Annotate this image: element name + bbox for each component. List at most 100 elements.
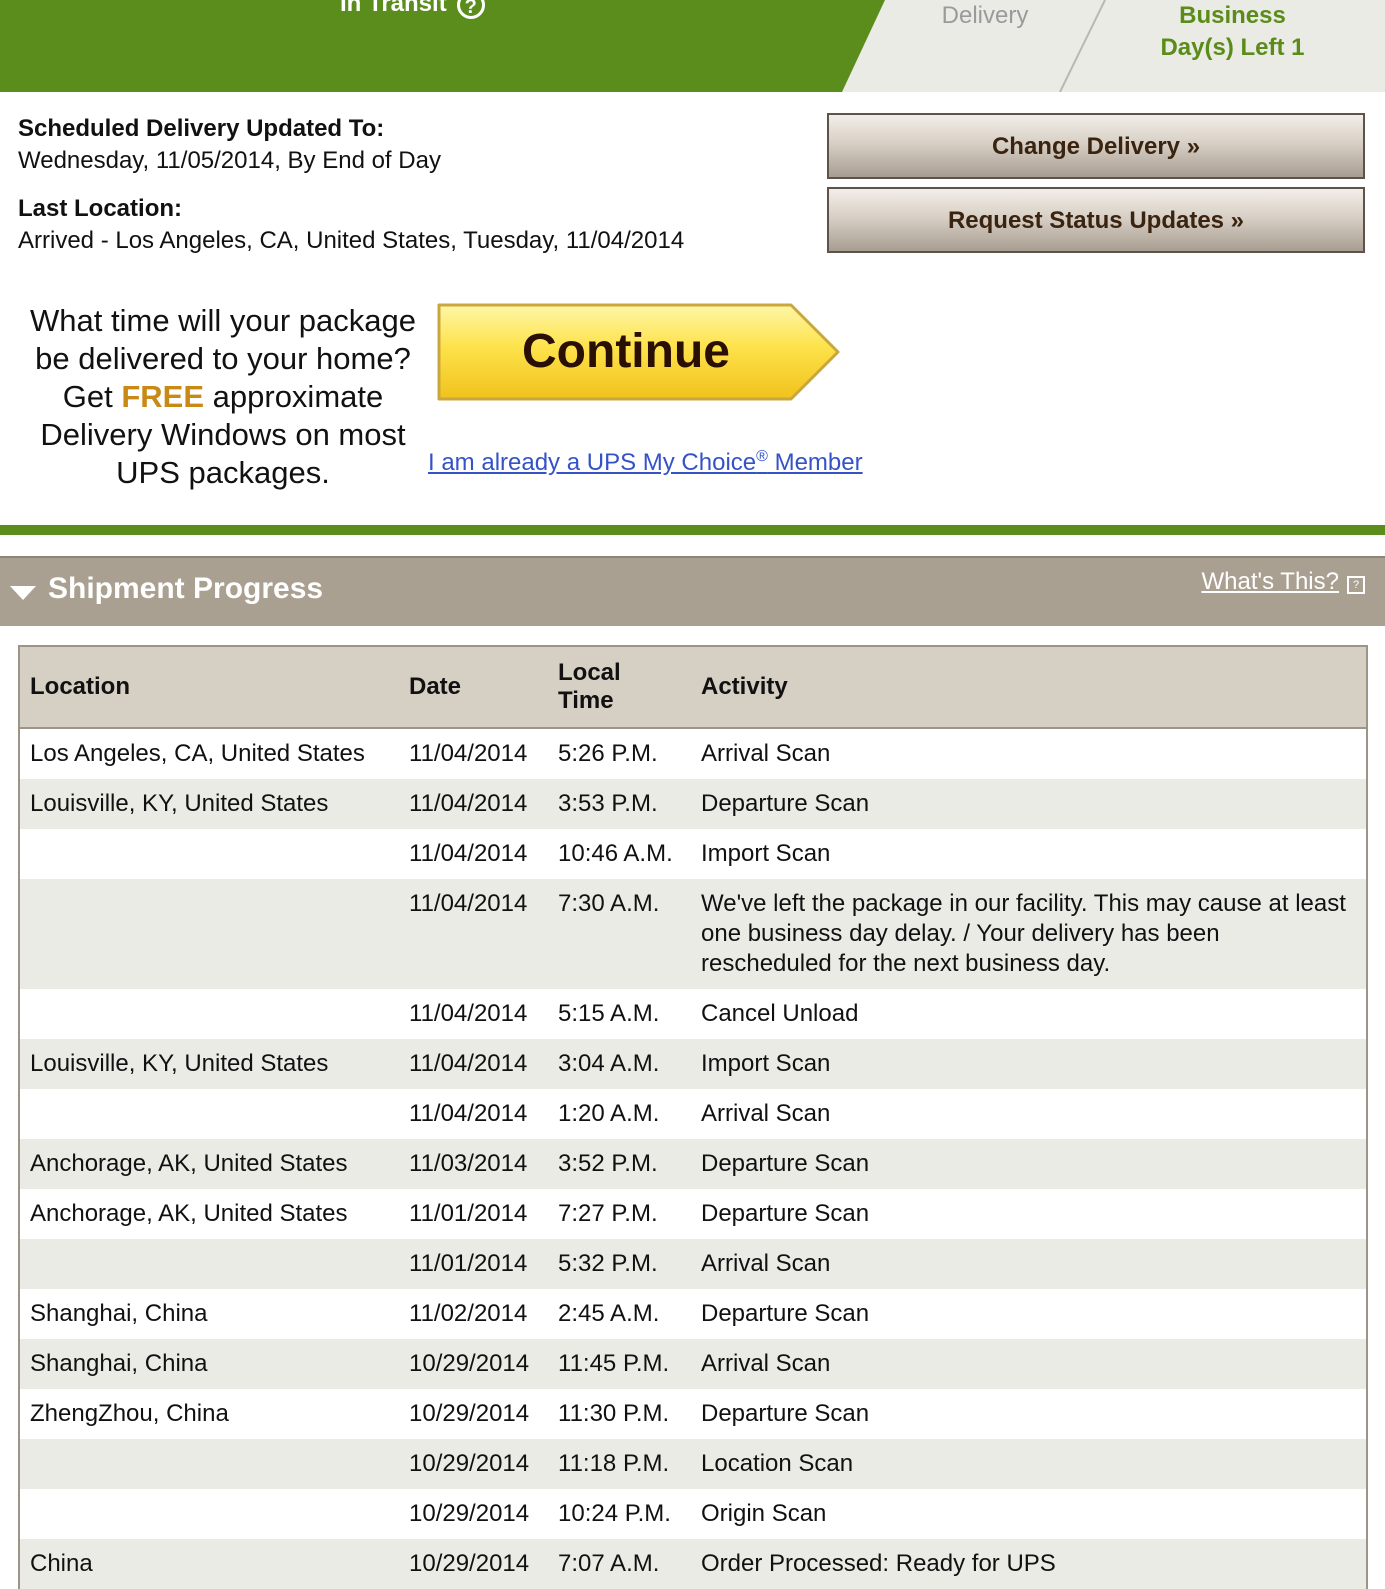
cell-local-time: 5:26 P.M. (548, 728, 691, 779)
cell-activity: Departure Scan (691, 1289, 1366, 1339)
cell-local-time: 1:20 A.M. (548, 1089, 691, 1139)
cell-activity: Departure Scan (691, 1189, 1366, 1239)
cell-location (20, 829, 399, 879)
status-in-transit: In Transit? (340, 0, 485, 24)
table-body: Los Angeles, CA, United States 11/04/2014… (20, 728, 1366, 1589)
cell-location (20, 1239, 399, 1289)
cell-activity: Departure Scan (691, 1139, 1366, 1189)
cell-location: Shanghai, China (20, 1339, 399, 1389)
cell-activity: Arrival Scan (691, 1239, 1366, 1289)
table-row: 10/29/2014 10:24 P.M. Origin Scan (20, 1489, 1366, 1539)
cell-date: 10/29/2014 (399, 1489, 548, 1539)
cell-activity: Cancel Unload (691, 989, 1366, 1039)
cell-date: 11/04/2014 (399, 1039, 548, 1089)
section-divider (0, 525, 1385, 535)
cell-location: Los Angeles, CA, United States (20, 728, 399, 779)
cell-local-time: 11:18 P.M. (548, 1439, 691, 1489)
cell-date: 11/03/2014 (399, 1139, 548, 1189)
table-row: 11/04/2014 1:20 A.M. Arrival Scan (20, 1089, 1366, 1139)
cell-date: 11/04/2014 (399, 728, 548, 779)
cell-local-time: 7:30 A.M. (548, 879, 691, 989)
cell-local-time: 10:46 A.M. (548, 829, 691, 879)
my-choice-member-link[interactable]: I am already a UPS My Choice® Member (428, 448, 863, 477)
cell-location (20, 1439, 399, 1489)
promo-line3-post: approximate (204, 379, 384, 414)
table-row: Los Angeles, CA, United States 11/04/2014… (20, 728, 1366, 779)
cell-location (20, 1489, 399, 1539)
promo-line5: UPS packages. (116, 455, 330, 490)
table-row: Louisville, KY, United States 11/04/2014 3… (20, 779, 1366, 829)
step-delivery: Delivery (941, 2, 1029, 29)
cell-local-time: 3:52 P.M. (548, 1139, 691, 1189)
last-location-value: Arrived - Los Angeles, CA, United States… (18, 227, 685, 254)
table-row: Anchorage, AK, United States 11/01/2014 7:… (20, 1189, 1366, 1239)
last-location-label: Last Location: (18, 195, 183, 222)
cell-location: ZhengZhou, China (20, 1389, 399, 1439)
cell-local-time: 10:24 P.M. (548, 1489, 691, 1539)
status-label: In Transit (340, 0, 447, 17)
cell-local-time: 11:45 P.M. (548, 1339, 691, 1389)
shipment-progress-title: Shipment Progress (48, 572, 324, 605)
promo-free-text: FREE (121, 379, 205, 414)
cell-date: 10/29/2014 (399, 1389, 548, 1439)
cell-date: 11/04/2014 (399, 829, 548, 879)
cell-activity: We've left the package in our facility. … (691, 879, 1366, 989)
shipment-progress-table: Location Date Local Time Activity Los Ang… (20, 647, 1366, 1589)
collapse-caret-icon[interactable] (10, 586, 36, 600)
cell-local-time: 3:53 P.M. (548, 779, 691, 829)
member-link-post: Member (767, 449, 863, 476)
table-row: China 10/29/2014 7:07 A.M. Order Processed:… (20, 1539, 1366, 1589)
cell-activity: Departure Scan (691, 779, 1366, 829)
scheduled-delivery-value: Wednesday, 11/05/2014, By End of Day (18, 147, 441, 174)
column-header-activity: Activity (691, 647, 1366, 729)
cell-local-time: 3:04 A.M. (548, 1039, 691, 1089)
popup-window-icon[interactable]: ? (1347, 576, 1365, 594)
promo-line4: Delivery Windows on most (40, 417, 406, 452)
table-row: 11/04/2014 5:15 A.M. Cancel Unload (20, 989, 1366, 1039)
column-header-location: Location (20, 647, 399, 729)
cell-location (20, 989, 399, 1039)
cell-location: Anchorage, AK, United States (20, 1139, 399, 1189)
member-link-pre: I am already a UPS My Choice (428, 449, 757, 476)
cell-location: Shanghai, China (20, 1289, 399, 1339)
registered-mark: ® (756, 448, 768, 465)
request-status-updates-button[interactable]: Request Status Updates » (827, 187, 1365, 253)
table-row: 10/29/2014 11:18 P.M. Location Scan (20, 1439, 1366, 1489)
cell-date: 11/04/2014 (399, 989, 548, 1039)
continue-button[interactable]: Continue (436, 302, 842, 402)
change-delivery-button[interactable]: Change Delivery » (827, 113, 1365, 179)
progress-banner: In Transit? Delivery Business Day(s) Lef… (0, 0, 1385, 92)
cell-activity: Departure Scan (691, 1389, 1366, 1439)
cell-activity: Arrival Scan (691, 1089, 1366, 1139)
cell-location (20, 1089, 399, 1139)
table-row: Shanghai, China 10/29/2014 11:45 P.M. Arriv… (20, 1339, 1366, 1389)
whats-this-link[interactable]: What's This? (1201, 568, 1339, 596)
cell-activity: Arrival Scan (691, 1339, 1366, 1389)
cell-local-time: 7:07 A.M. (548, 1539, 691, 1589)
table-row: 11/04/2014 10:46 A.M. Import Scan (20, 829, 1366, 879)
cell-activity: Import Scan (691, 829, 1366, 879)
column-header-local-time: Local Time (548, 647, 691, 729)
cell-activity: Order Processed: Ready for UPS (691, 1539, 1366, 1589)
local-time-line2: Time (558, 687, 614, 714)
shipment-progress-header[interactable]: Shipment Progress What's This? ? (0, 556, 1385, 626)
table-row: Louisville, KY, United States 11/04/2014 3… (20, 1039, 1366, 1089)
cell-location: Louisville, KY, United States (20, 1039, 399, 1089)
cell-date: 10/29/2014 (399, 1539, 548, 1589)
cell-activity: Location Scan (691, 1439, 1366, 1489)
cell-date: 10/29/2014 (399, 1339, 548, 1389)
cell-date: 11/01/2014 (399, 1239, 548, 1289)
table-header-row: Location Date Local Time Activity (20, 647, 1366, 729)
help-icon[interactable]: ? (456, 0, 485, 19)
my-choice-promo-text: What time will your package be delivered… (18, 302, 428, 492)
cell-location: Louisville, KY, United States (20, 779, 399, 829)
cell-location: Anchorage, AK, United States (20, 1189, 399, 1239)
shipment-progress-table-frame: Location Date Local Time Activity Los Ang… (18, 645, 1368, 1589)
promo-line2: be delivered to your home? (35, 341, 411, 376)
cell-local-time: 7:27 P.M. (548, 1189, 691, 1239)
table-row: ZhengZhou, China 10/29/2014 11:30 P.M. Depa… (20, 1389, 1366, 1439)
cell-date: 11/04/2014 (399, 779, 548, 829)
cell-activity: Origin Scan (691, 1489, 1366, 1539)
cell-date: 11/02/2014 (399, 1289, 548, 1339)
delivery-actions: Change Delivery » Request Status Updates… (827, 113, 1365, 261)
